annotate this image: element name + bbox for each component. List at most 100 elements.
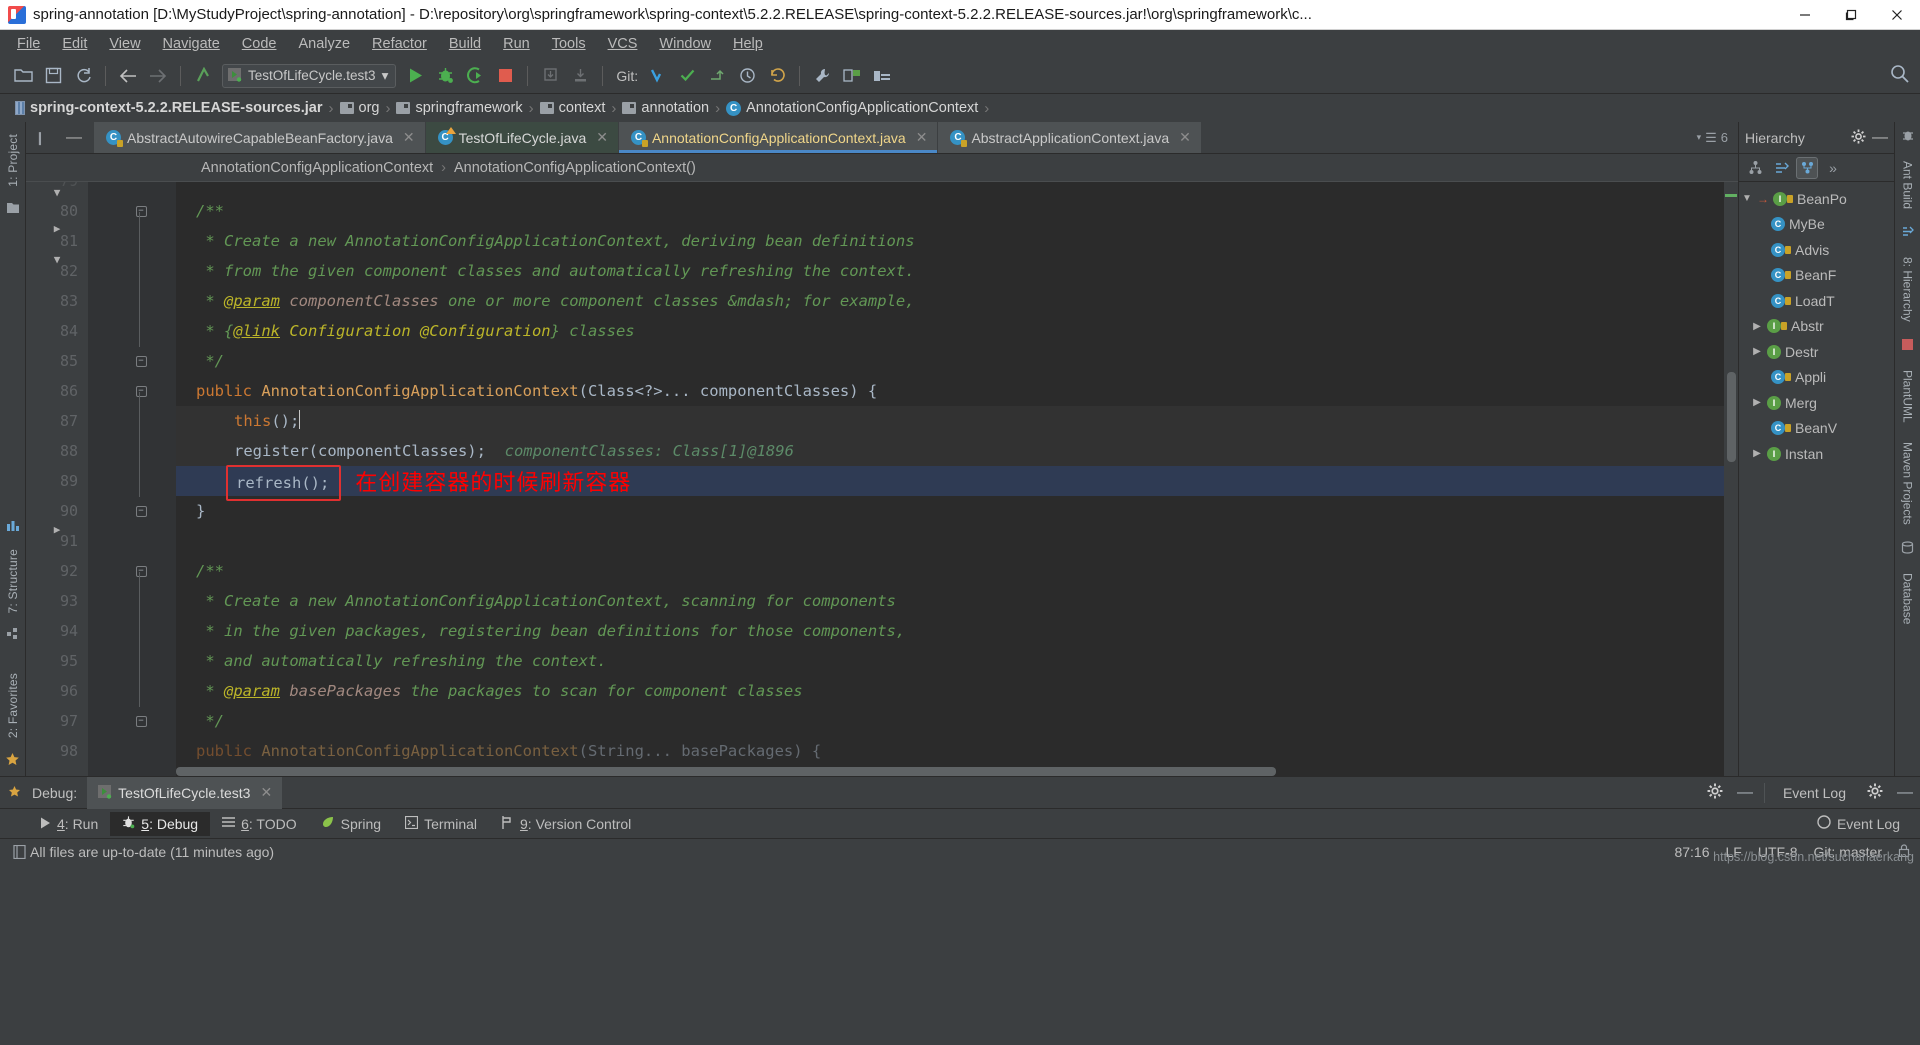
code-line-86[interactable]: public AnnotationConfigApplicationContex… (176, 376, 1738, 406)
structure-chart-icon[interactable] (6, 519, 20, 535)
code-line-85[interactable]: */ (176, 346, 1738, 376)
stop-icon[interactable] (492, 63, 518, 89)
hierarchy-node[interactable]: C BeanV (1739, 416, 1894, 442)
fold-marker-javadoc-2[interactable]: − (134, 556, 148, 586)
compile-icon[interactable] (190, 63, 216, 89)
pin-icon[interactable] (0, 785, 28, 801)
supertypes-hierarchy-icon[interactable] (1770, 157, 1792, 179)
editor-horizontal-scrollbar[interactable] (176, 767, 1722, 776)
sidebar-item-ant-build[interactable]: Ant Build (1901, 151, 1915, 219)
hierarchy-node[interactable]: ▶ I Merg (1739, 390, 1894, 416)
layout-icon[interactable] (869, 63, 895, 89)
tree-expand-arrow[interactable]: ▼ (1741, 193, 1753, 204)
back-arrow-icon[interactable] (115, 63, 141, 89)
fold-marker-method-1-end[interactable]: − (134, 496, 148, 526)
code-line-82[interactable]: * from the given component classes and a… (176, 256, 1738, 286)
tool-window-run[interactable]: 4: Run (28, 812, 110, 836)
plantuml-icon[interactable] (1901, 338, 1914, 354)
close-button[interactable] (1874, 0, 1920, 30)
breadcrumb-item-org[interactable]: org (335, 100, 385, 116)
tool-window-debug[interactable]: 5: Debug (110, 811, 211, 836)
subtypes-supertypes-hierarchy-icon[interactable] (1796, 156, 1818, 179)
sidebar-item-plantuml[interactable]: PlantUML (1901, 360, 1915, 433)
code-line-97[interactable]: */ (176, 706, 1738, 736)
breadcrumb-item-context[interactable]: context (535, 100, 611, 116)
hierarchy-node[interactable]: ▶ I Destr (1739, 339, 1894, 365)
code-line-95[interactable]: * and automatically refreshing the conte… (176, 646, 1738, 676)
maximize-button[interactable] (1828, 0, 1874, 30)
fold-marker-method-1[interactable]: − (134, 376, 148, 406)
subtypes-hierarchy-icon[interactable] (1744, 157, 1766, 179)
close-debug-session-icon[interactable]: ✕ (260, 784, 272, 801)
menu-analyze[interactable]: Analyze (287, 33, 361, 55)
breadcrumb-item-class[interactable]: C AnnotationConfigApplicationContext (721, 100, 983, 116)
editor-tab-annotationconfig[interactable]: C AnnotationConfigApplicationContext.jav… (618, 122, 939, 153)
event-log-gear-icon[interactable] (1860, 783, 1890, 802)
editor-gutter[interactable]: ▼ ▶ ▼ ▶ 79 80 81 82 83 84 85 (26, 182, 176, 776)
fold-marker-javadoc-2-end[interactable]: − (134, 706, 148, 736)
hierarchy-node[interactable]: C BeanF (1739, 263, 1894, 289)
hierarchy-node[interactable]: C LoadT (1739, 288, 1894, 314)
menu-run[interactable]: Run (492, 33, 541, 55)
menu-window[interactable]: Window (648, 33, 722, 55)
more-options-icon[interactable]: » (1822, 157, 1844, 179)
debug-session-tab[interactable]: TestOfLifeCycle.test3 ✕ (87, 776, 283, 809)
menu-navigate[interactable]: Navigate (152, 33, 231, 55)
code-line-98[interactable]: public AnnotationConfigApplicationContex… (176, 736, 1738, 766)
code-line-96[interactable]: * @param basePackages the packages to sc… (176, 676, 1738, 706)
menu-tools[interactable]: Tools (541, 33, 597, 55)
ant-build-icon[interactable] (1901, 128, 1915, 145)
tree-expand-arrow[interactable]: ▶ (1751, 346, 1763, 357)
sidebar-item-hierarchy[interactable]: 8: Hierarchy (1901, 247, 1915, 332)
debug-settings-gear-icon[interactable] (1700, 783, 1730, 802)
favorites-star-icon[interactable] (5, 752, 20, 770)
tree-expand-arrow[interactable]: ▶ (1751, 321, 1763, 332)
code-editor[interactable]: ▼ ▶ ▼ ▶ 79 80 81 82 83 84 85 (26, 182, 1738, 776)
code-line-81[interactable]: * Create a new AnnotationConfigApplicati… (176, 226, 1738, 256)
event-log-minimize-icon[interactable]: — (1890, 784, 1920, 802)
settings-gear-icon[interactable] (1851, 129, 1866, 147)
git-history-icon[interactable] (734, 63, 760, 89)
caret-position[interactable]: 87:16 (1674, 844, 1709, 860)
breadcrumb-item-springframework[interactable]: springframework (391, 100, 527, 116)
debug-icon[interactable] (432, 63, 458, 89)
tree-expand-arrow[interactable]: ▶ (1751, 448, 1763, 459)
editor-scrollbar-thumb[interactable] (1727, 372, 1736, 462)
git-revert-icon[interactable] (764, 63, 790, 89)
hide-panel-icon[interactable]: — (66, 129, 82, 147)
open-folder-icon[interactable] (10, 63, 36, 89)
minimize-icon[interactable]: — (1872, 129, 1888, 147)
project-files-icon[interactable] (6, 201, 20, 217)
wrench-icon[interactable] (809, 63, 835, 89)
code-line-87[interactable]: this(); (176, 406, 1738, 436)
code-line-84[interactable]: * {@link Configuration @Configuration} c… (176, 316, 1738, 346)
code-line-80[interactable]: /** (176, 196, 1738, 226)
code-line-90[interactable]: } (176, 496, 1738, 526)
project-tree-toggle-icon[interactable]: ❙ (35, 130, 46, 146)
menu-view[interactable]: View (98, 33, 151, 55)
editor-tab-overflow[interactable]: ▾ ☰ 6 (1687, 122, 1738, 153)
menu-code[interactable]: Code (231, 33, 288, 55)
chevron-down-icon[interactable]: ▾ (382, 68, 389, 84)
hierarchy-node[interactable]: C Advis (1739, 237, 1894, 263)
menu-refactor[interactable]: Refactor (361, 33, 438, 55)
database-toolbar-icon[interactable] (839, 63, 865, 89)
hierarchy-node[interactable]: C Appli (1739, 365, 1894, 391)
menu-file[interactable]: File (6, 33, 51, 55)
tool-window-terminal[interactable]: Terminal (393, 812, 489, 836)
code-line-93[interactable]: * Create a new AnnotationConfigApplicati… (176, 586, 1738, 616)
git-push-icon[interactable] (704, 63, 730, 89)
hierarchy-tree[interactable]: ▼ → I BeanPo C MyBe C Advis C BeanF C Lo… (1739, 182, 1894, 776)
run-configuration-selector[interactable]: TestOfLifeCycle.test3 ▾ (222, 63, 397, 88)
git-update-icon[interactable] (644, 63, 670, 89)
update-project-icon[interactable] (537, 63, 563, 89)
code-text-area[interactable]: /** * Create a new AnnotationConfigAppli… (176, 182, 1738, 776)
structure-small-icon[interactable] (6, 627, 19, 643)
search-everywhere-icon[interactable] (1890, 64, 1910, 89)
editor-breadcrumb-member[interactable]: AnnotationConfigApplicationContext() (454, 160, 696, 176)
menu-vcs[interactable]: VCS (597, 33, 649, 55)
close-tab-icon[interactable]: ✕ (916, 129, 928, 146)
code-line-92[interactable]: /** (176, 556, 1738, 586)
save-icon[interactable] (40, 63, 66, 89)
scrollbar-thumb[interactable] (176, 767, 1276, 776)
